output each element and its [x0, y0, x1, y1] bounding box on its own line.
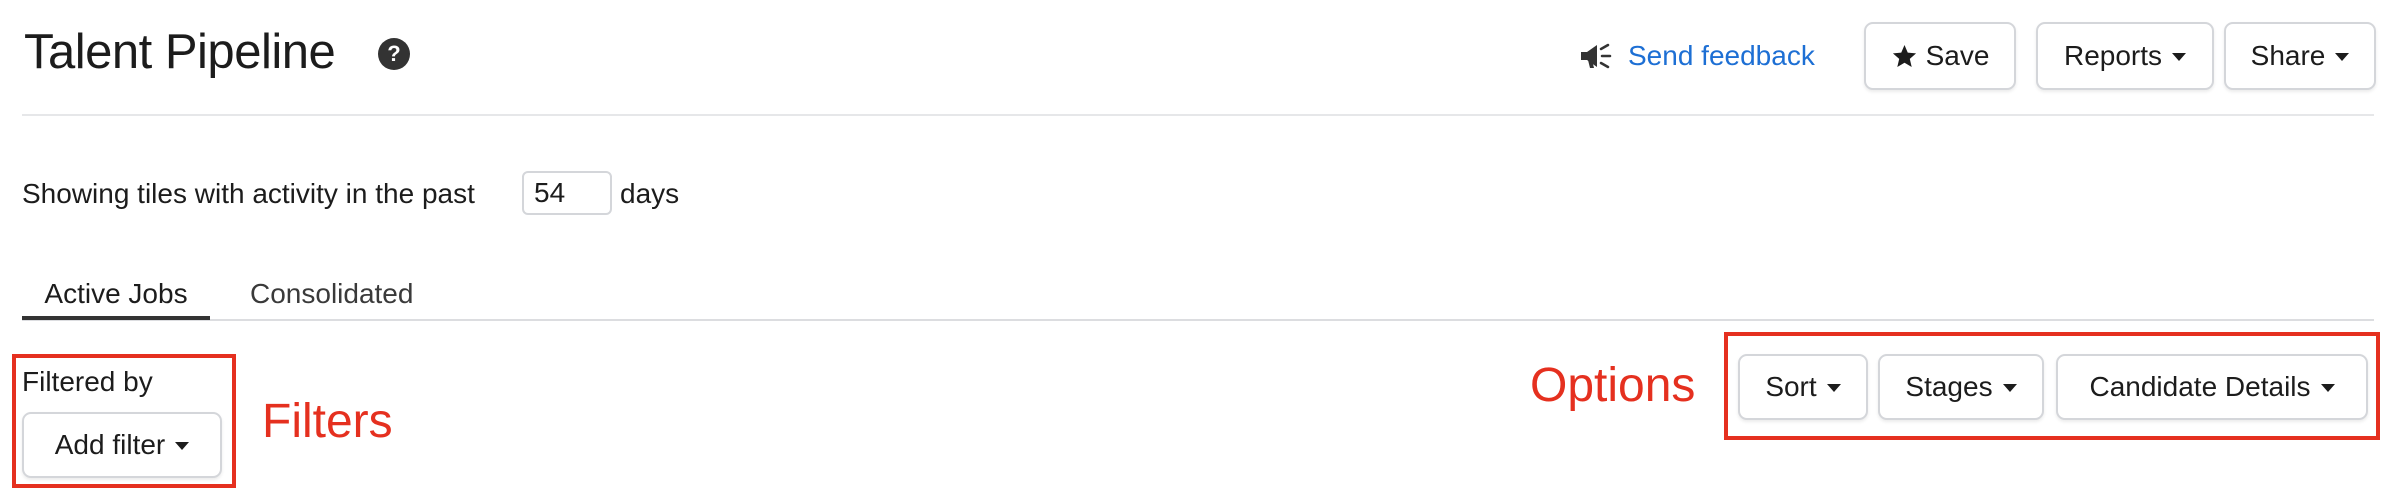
reports-button-label: Reports	[2063, 40, 2163, 71]
add-filter-button[interactable]: Add filter	[22, 412, 222, 478]
caret-down-icon	[2002, 384, 2017, 392]
tab-consolidated[interactable]: Consolidated	[250, 274, 413, 314]
active-tab-indicator	[22, 316, 210, 320]
activity-prefix-text: Showing tiles with activity in the past	[22, 178, 475, 209]
stages-dropdown-button[interactable]: Stages	[1878, 354, 2044, 420]
filtered-by-label: Filtered by	[22, 366, 153, 397]
share-button-label: Share	[2250, 40, 2326, 71]
share-dropdown-button[interactable]: Share	[2224, 22, 2376, 90]
reports-dropdown-button[interactable]: Reports	[2036, 22, 2214, 90]
candidate-details-dropdown-button[interactable]: Candidate Details	[2056, 354, 2368, 420]
page-title: Talent Pipeline	[24, 25, 336, 79]
activity-days-input[interactable]	[522, 171, 612, 215]
sort-button-label: Sort	[1765, 371, 1817, 402]
tabs-divider	[22, 319, 2374, 321]
candidate-details-button-label: Candidate Details	[2089, 371, 2311, 402]
sort-dropdown-button[interactable]: Sort	[1738, 354, 1868, 420]
activity-suffix-text: days	[620, 178, 680, 209]
save-button[interactable]: Save	[1864, 22, 2016, 90]
filters-annotation-label: Filters	[262, 395, 393, 448]
caret-down-icon	[2320, 384, 2335, 392]
save-button-label: Save	[1925, 40, 1990, 71]
megaphone-icon	[1581, 43, 1612, 69]
header-divider	[22, 114, 2374, 116]
add-filter-button-label: Add filter	[54, 429, 166, 460]
caret-down-icon	[1826, 384, 1841, 392]
caret-down-icon	[2172, 53, 2187, 61]
caret-down-icon	[175, 442, 190, 450]
star-icon	[1892, 44, 1916, 67]
send-feedback-link[interactable]: Send feedback	[1628, 36, 1815, 76]
stages-button-label: Stages	[1905, 371, 1993, 402]
caret-down-icon	[2335, 53, 2350, 61]
tab-active-jobs[interactable]: Active Jobs	[22, 274, 210, 314]
options-annotation-label: Options	[1530, 359, 1696, 412]
question-circle-icon[interactable]: ?	[378, 38, 410, 70]
